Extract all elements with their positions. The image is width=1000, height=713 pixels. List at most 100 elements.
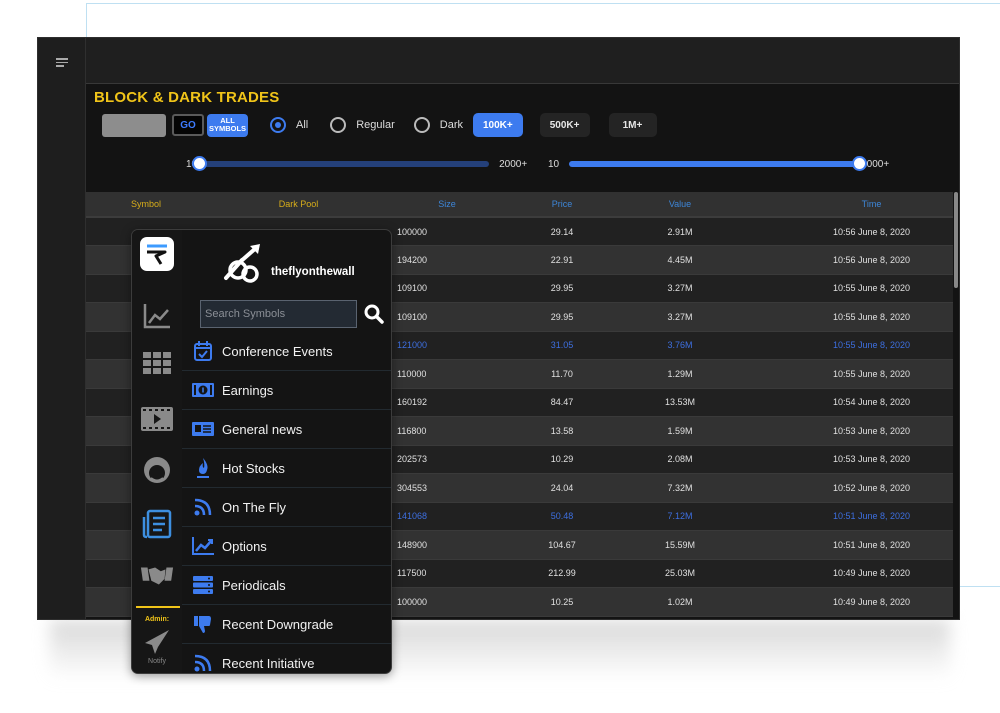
menu-item-earnings[interactable]: Earnings bbox=[182, 371, 391, 410]
cell-size: 141068 bbox=[391, 502, 503, 531]
slider-thumb[interactable] bbox=[851, 156, 867, 171]
radio-label: Dark bbox=[439, 119, 463, 131]
menu-item-periodicals[interactable]: Periodicals bbox=[182, 566, 391, 605]
column-header-value[interactable]: Value bbox=[621, 192, 739, 218]
cell-price: 13.58 bbox=[503, 416, 621, 446]
column-header-price[interactable]: Price bbox=[503, 192, 621, 218]
cell-value: 7.12M bbox=[621, 502, 739, 531]
news-list-icon[interactable] bbox=[140, 508, 174, 540]
filter-row: GO ALL SYMBOLS All Regular Dark 100K+ 500… bbox=[102, 113, 657, 137]
cell-value: 15.59M bbox=[621, 530, 739, 560]
radio-dot[interactable] bbox=[330, 117, 347, 133]
cell-value: 4.45M bbox=[621, 245, 739, 275]
paper-plane-icon[interactable] bbox=[140, 626, 174, 658]
menu-item-label: General news bbox=[222, 421, 303, 437]
menu-item-recent-initiative[interactable]: Recent Initiative bbox=[182, 644, 391, 673]
radio-dot[interactable] bbox=[270, 117, 286, 133]
flame-icon bbox=[191, 457, 215, 479]
menu-item-options[interactable]: Options bbox=[182, 527, 391, 566]
cell-price: 29.95 bbox=[503, 302, 621, 332]
page-title: BLOCK & DARK TRADES bbox=[94, 89, 280, 106]
menu-item-on-the-fly[interactable]: On The Fly bbox=[182, 488, 391, 527]
video-icon[interactable] bbox=[140, 403, 174, 435]
table-header-row: Symbol Dark Pool Size Price Value Time bbox=[86, 192, 953, 218]
cell-size: 109100 bbox=[391, 274, 503, 303]
radio-regular[interactable]: Regular bbox=[330, 117, 395, 133]
brand-logo: theflyonthewall bbox=[220, 242, 355, 286]
cell-size: 117500 bbox=[391, 559, 503, 588]
size-filter-100k-button[interactable]: 100K+ bbox=[473, 113, 523, 137]
cell-time: 10:53 June 8, 2020 bbox=[739, 445, 953, 474]
navigation-overlay: Admin: Notify theflyonthewall Conference… bbox=[131, 229, 392, 674]
column-header-size[interactable]: Size bbox=[391, 192, 503, 218]
column-header-time[interactable]: Time bbox=[739, 192, 953, 218]
all-symbols-button[interactable]: ALL SYMBOLS bbox=[207, 113, 248, 137]
cell-price: 29.95 bbox=[503, 274, 621, 303]
cell-value: 1.29M bbox=[621, 359, 739, 389]
cell-size: 121000 bbox=[391, 331, 503, 360]
cell-size: 110000 bbox=[391, 359, 503, 389]
size-filter-500k-button[interactable]: 500K+ bbox=[539, 113, 590, 137]
column-header-dark-pool[interactable]: Dark Pool bbox=[206, 192, 391, 218]
cell-price: 31.05 bbox=[503, 331, 621, 360]
grid-icon[interactable] bbox=[140, 347, 174, 379]
slider-track[interactable] bbox=[569, 156, 867, 171]
symbol-input[interactable] bbox=[102, 113, 166, 137]
search-symbols-input[interactable] bbox=[200, 300, 357, 328]
notify-label[interactable]: Notify bbox=[132, 658, 182, 665]
cell-value: 25.03M bbox=[621, 559, 739, 588]
cell-size: 194200 bbox=[391, 245, 503, 275]
cell-size: 100000 bbox=[391, 587, 503, 617]
menu-item-conference-events[interactable]: Conference Events bbox=[182, 332, 391, 371]
app-logo-icon[interactable] bbox=[140, 237, 174, 271]
cell-time: 10:55 June 8, 2020 bbox=[739, 359, 953, 389]
go-button[interactable]: GO bbox=[172, 114, 204, 136]
cell-time: 10:56 June 8, 2020 bbox=[739, 217, 953, 246]
cell-value: 2.08M bbox=[621, 445, 739, 474]
decorative-line bbox=[86, 3, 87, 37]
range-slider-1: 10 2000+ bbox=[186, 156, 527, 172]
rail-divider bbox=[136, 606, 180, 608]
slider-thumb[interactable] bbox=[191, 156, 207, 171]
menu-item-label: On The Fly bbox=[222, 499, 287, 515]
menu-item-label: Hot Stocks bbox=[222, 460, 285, 476]
size-filter-1m-button[interactable]: 1M+ bbox=[608, 113, 657, 137]
table-scrollbar[interactable] bbox=[954, 192, 958, 288]
radio-all[interactable]: All bbox=[270, 117, 308, 133]
cell-time: 10:55 June 8, 2020 bbox=[739, 274, 953, 303]
cell-price: 84.47 bbox=[503, 388, 621, 417]
menu-item-recent-downgrade[interactable]: Recent Downgrade bbox=[182, 605, 391, 644]
decorative-line bbox=[86, 3, 1000, 4]
all-symbols-label-2: SYMBOLS bbox=[208, 124, 247, 133]
cell-size: 148900 bbox=[391, 530, 503, 560]
rss-icon bbox=[191, 652, 215, 673]
admin-label: Admin: bbox=[144, 616, 170, 623]
search-icon[interactable] bbox=[364, 304, 384, 324]
hamburger-icon[interactable] bbox=[56, 58, 68, 68]
menu-item-label: Recent Initiative bbox=[222, 655, 315, 671]
cell-price: 29.14 bbox=[503, 217, 621, 246]
cell-size: 100000 bbox=[391, 217, 503, 246]
cell-time: 10:53 June 8, 2020 bbox=[739, 416, 953, 446]
cell-price: 11.70 bbox=[503, 359, 621, 389]
cell-time: 10:56 June 8, 2020 bbox=[739, 245, 953, 275]
cell-price: 212.99 bbox=[503, 559, 621, 588]
cell-time: 10:55 June 8, 2020 bbox=[739, 331, 953, 360]
chart-line-icon[interactable] bbox=[140, 300, 174, 332]
slider-track[interactable] bbox=[191, 156, 490, 171]
menu-item-hot-stocks[interactable]: Hot Stocks bbox=[182, 449, 391, 488]
cell-price: 10.29 bbox=[503, 445, 621, 474]
cell-size: 304553 bbox=[391, 473, 503, 503]
radio-label: Regular bbox=[356, 119, 395, 131]
radio-dark[interactable]: Dark bbox=[413, 117, 463, 133]
headset-icon[interactable] bbox=[140, 456, 174, 488]
cell-value: 2.91M bbox=[621, 217, 739, 246]
handshake-icon[interactable] bbox=[140, 560, 174, 592]
cell-size: 109100 bbox=[391, 302, 503, 332]
cell-size: 202573 bbox=[391, 445, 503, 474]
menu-item-general-news[interactable]: General news bbox=[182, 410, 391, 449]
thumbs-down-icon bbox=[191, 613, 215, 635]
radio-dot[interactable] bbox=[413, 117, 430, 133]
cell-price: 22.91 bbox=[503, 245, 621, 275]
column-header-symbol[interactable]: Symbol bbox=[86, 192, 206, 218]
